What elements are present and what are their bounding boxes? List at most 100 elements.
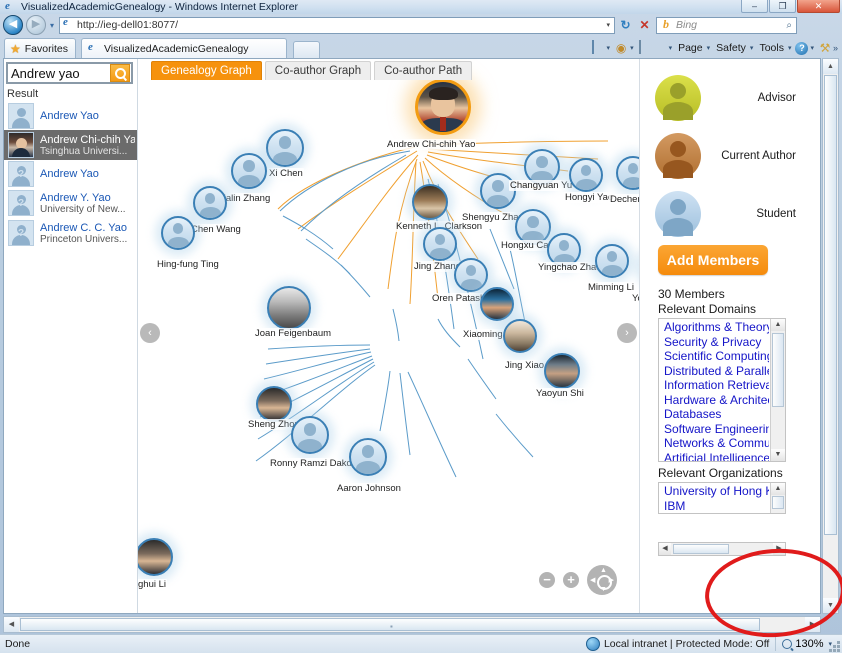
tools-menu[interactable]: Tools	[757, 42, 786, 54]
list-item[interactable]: Andrew Yao	[4, 160, 137, 188]
graph-node[interactable]	[423, 227, 457, 261]
safety-caret-icon[interactable]: ▾	[749, 44, 757, 52]
graph-node[interactable]	[256, 386, 292, 422]
list-item[interactable]: Information Retrieva	[662, 378, 769, 393]
page-scroll-right-icon[interactable]: ▶	[805, 617, 820, 632]
scrollbar-thumb[interactable]	[772, 333, 784, 407]
search-magnifier-icon[interactable]: ⌕	[786, 20, 796, 31]
add-members-button[interactable]: Add Members	[658, 245, 768, 275]
scrollbar-thumb[interactable]	[673, 544, 729, 554]
graph-node[interactable]	[267, 286, 311, 330]
feeds-icon[interactable]: ◉	[614, 41, 628, 55]
graph-node[interactable]	[480, 173, 516, 209]
page-caret-icon[interactable]: ▾	[706, 44, 714, 52]
graph-node[interactable]	[138, 538, 173, 576]
minimize-button[interactable]: –	[741, 0, 768, 13]
feeds-caret-icon[interactable]: ▾	[629, 44, 637, 52]
graph-node[interactable]	[595, 244, 629, 278]
page-scroll-down-icon[interactable]: ▼	[823, 598, 838, 613]
pan-left-button[interactable]: ‹	[140, 323, 160, 343]
pan-pad-control[interactable]: ▲ ▼ ◀ ▶	[587, 565, 617, 595]
list-item[interactable]: IBM	[662, 499, 769, 514]
safety-menu[interactable]: Safety	[714, 42, 748, 54]
list-item[interactable]: Andrew Yao	[4, 102, 137, 130]
tab-genealogy-graph[interactable]: Genealogy Graph	[151, 61, 262, 80]
relevant-organizations-list[interactable]: University of Hong K IBM ▲	[658, 482, 786, 514]
browser-tab[interactable]: VisualizedAcademicGenealogy	[80, 38, 287, 58]
genealogy-graph-canvas[interactable]: Genealogy Graph Co-author Graph Co-autho…	[138, 59, 639, 613]
graph-node[interactable]	[480, 287, 514, 321]
scroll-left-icon[interactable]: ◀	[659, 543, 671, 555]
graph-node[interactable]	[503, 319, 537, 353]
print-caret-icon[interactable]: ▾	[668, 44, 676, 52]
pan-right-button[interactable]: ›	[617, 323, 637, 343]
url-dropdown-icon[interactable]: ▾	[606, 21, 614, 29]
author-search-box[interactable]	[6, 62, 133, 84]
graph-node[interactable]	[231, 153, 267, 189]
tab-coauthor-path[interactable]: Co-author Path	[374, 61, 473, 80]
tools-wrench-icon[interactable]: ⚒	[818, 41, 832, 55]
list-item[interactable]: Networks & Commu	[662, 436, 769, 451]
search-input[interactable]	[8, 64, 110, 82]
domains-horizontal-scrollbar[interactable]: ◀ ▶	[658, 542, 786, 556]
tools-caret-icon[interactable]: ▾	[787, 44, 795, 52]
list-item[interactable]: Artificial Intelligence	[662, 451, 769, 462]
graph-node[interactable]	[349, 438, 387, 476]
url-bar[interactable]: http://ieg-dell01:8077/ ▾	[59, 16, 615, 34]
home-caret-icon[interactable]: ▾	[606, 44, 614, 52]
graph-node[interactable]	[291, 416, 329, 454]
graph-node[interactable]	[266, 129, 304, 167]
graph-node[interactable]	[161, 216, 195, 250]
list-item[interactable]: Andrew C. C. Yao Princeton Univers...	[4, 218, 137, 248]
page-menu[interactable]: Page	[676, 42, 705, 54]
back-button[interactable]: ◀	[3, 15, 23, 35]
graph-node[interactable]	[193, 186, 227, 220]
help-caret-icon[interactable]: ▾	[809, 44, 817, 52]
history-dropdown-button[interactable]: ▾	[46, 21, 58, 30]
graph-node[interactable]	[412, 184, 448, 220]
page-scroll-up-icon[interactable]: ▲	[823, 59, 838, 74]
page-horizontal-scrollbar[interactable]: ◀ ▪ ▶	[3, 616, 821, 633]
list-item[interactable]: Hardware & Architec	[662, 393, 769, 408]
list-item[interactable]: Algorithms & Theory	[662, 320, 769, 335]
graph-node[interactable]	[569, 158, 603, 192]
list-item[interactable]: Databases	[662, 407, 769, 422]
resize-grip[interactable]	[827, 639, 840, 652]
forward-button[interactable]: ▶	[26, 15, 46, 35]
list-item[interactable]: Andrew Y. Yao University of New...	[4, 188, 137, 218]
list-item[interactable]: Scientific Computing	[662, 349, 769, 364]
list-item[interactable]: Security & Privacy	[662, 335, 769, 350]
scrollbar-thumb[interactable]	[824, 75, 837, 535]
stop-icon[interactable]: ✕	[636, 17, 653, 34]
list-item[interactable]: University of Hong K	[662, 484, 769, 499]
scroll-down-icon[interactable]: ▼	[771, 449, 785, 461]
tab-coauthor-graph[interactable]: Co-author Graph	[264, 61, 372, 80]
search-go-button[interactable]	[110, 64, 130, 82]
mail-icon[interactable]	[638, 40, 652, 55]
zoom-in-button[interactable]: +	[563, 572, 579, 588]
scroll-up-icon[interactable]: ▲	[771, 319, 785, 331]
refresh-icon[interactable]: ↻	[617, 17, 634, 34]
relevant-domains-list[interactable]: Algorithms & Theory Security & Privacy S…	[658, 318, 786, 462]
close-button[interactable]: ✕	[797, 0, 840, 13]
help-icon[interactable]: ?	[795, 41, 809, 55]
maximize-button[interactable]: ❐	[769, 0, 796, 13]
scrollbar-thumb[interactable]	[772, 496, 784, 509]
scrollbar-thumb[interactable]: ▪	[20, 618, 760, 631]
scroll-right-icon[interactable]: ▶	[773, 543, 785, 555]
zoom-out-button[interactable]: −	[539, 572, 555, 588]
browser-search-box[interactable]: Bing ⌕	[656, 16, 797, 34]
overflow-chevron-icon[interactable]: »	[833, 43, 838, 53]
new-tab-button[interactable]	[292, 41, 320, 58]
list-item[interactable]: Andrew Chi-chih Ya... Tsinghua Universi.…	[4, 130, 137, 160]
organizations-vertical-scrollbar[interactable]: ▲	[770, 483, 785, 513]
list-item[interactable]: Software Engineerin	[662, 422, 769, 437]
scroll-up-icon[interactable]: ▲	[771, 483, 785, 495]
graph-node[interactable]	[616, 156, 639, 190]
list-item[interactable]: Distributed & Paralle	[662, 364, 769, 379]
domains-vertical-scrollbar[interactable]: ▲ ▼	[770, 319, 785, 461]
zoom-level-control[interactable]: 130% ▾	[782, 638, 832, 650]
print-icon[interactable]	[653, 41, 667, 55]
page-scroll-left-icon[interactable]: ◀	[4, 617, 19, 632]
page-vertical-scrollbar[interactable]: ▲ ▼	[822, 58, 839, 614]
